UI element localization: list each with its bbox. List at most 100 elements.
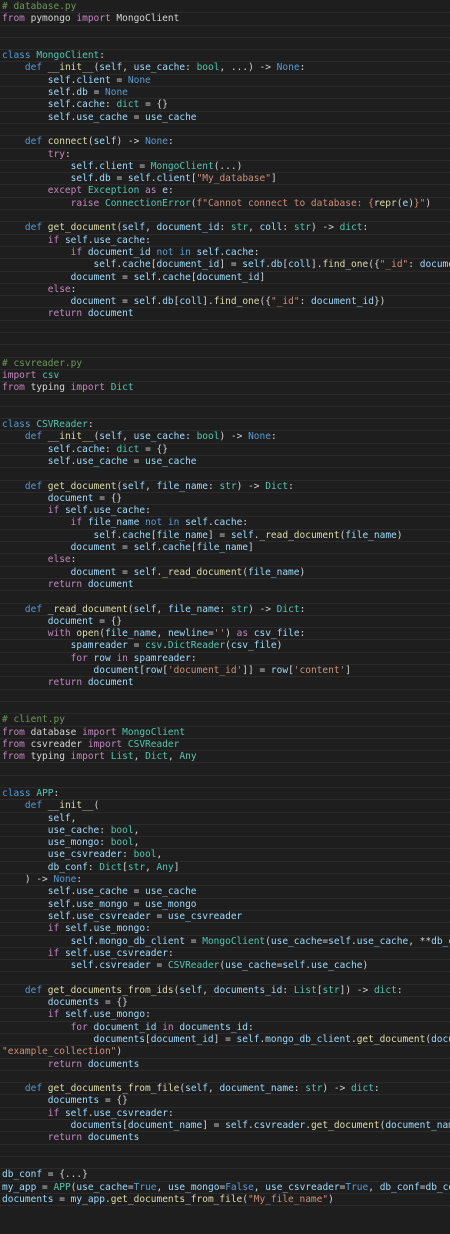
code-line[interactable]: if self.use_mongo: [0,1009,450,1022]
code-line[interactable]: return documents [0,1059,450,1071]
code-line[interactable]: def __init__(self, use_cache: bool) -> N… [0,431,450,444]
code-line[interactable]: def _read_document(self, file_name: str)… [0,604,450,616]
code-line[interactable]: # client.py [0,714,450,727]
code-line[interactable] [0,333,450,346]
code-line[interactable]: return document [0,308,450,321]
code-line[interactable]: def get_document(self, document_id: str,… [0,222,450,235]
code-line[interactable]: self.cache[document_id] = self.db[coll].… [0,259,450,272]
code-line[interactable]: for row in spamreader: [0,653,450,666]
code-line[interactable]: if self.use_mongo: [0,923,450,936]
code-line[interactable] [0,468,450,481]
code-line[interactable]: self.use_cache = use_cache [0,886,450,899]
code-line[interactable]: else: [0,554,450,567]
code-line[interactable]: return documents [0,1132,450,1145]
code-line[interactable]: self.client = MongoClient(...) [0,161,450,174]
code-line[interactable]: from csvreader import CSVReader [0,739,450,752]
code-line[interactable]: return document [0,677,450,690]
code-line[interactable]: document = self.cache[file_name] [0,542,450,555]
code-line[interactable]: from typing import List, Dict, Any [0,751,450,764]
code-line[interactable] [0,406,450,420]
code-line[interactable]: documents = my_app.get_documents_from_fi… [0,1194,450,1207]
code-line[interactable]: except Exception as e: [0,185,450,198]
code-line[interactable]: use_cache: bool, [0,825,450,838]
code-line[interactable]: documents[document_id] = self.mongo_db_c… [0,1034,450,1047]
code-line[interactable]: self.mongo_db_client = MongoClient(use_c… [0,936,450,948]
code-line[interactable]: from database import MongoClient [0,727,450,739]
code-line[interactable]: spamreader = csv.DictReader(csv_file) [0,640,450,653]
code-line[interactable]: document = self.db[coll].find_one({"_id"… [0,296,450,309]
code-line[interactable]: document = self.cache[document_id] [0,272,450,284]
code-line[interactable]: ) -> None: [0,874,450,887]
code-line[interactable]: db_conf = {...} [0,1169,450,1182]
code-line[interactable]: self.client = None [0,75,450,88]
code-line[interactable]: class CSVReader: [0,419,450,432]
code-line[interactable]: if self.use_cache: [0,235,450,247]
code-line[interactable]: if self.use_csvreader: [0,1108,450,1121]
code-line[interactable]: document[row['document_id']] = row['cont… [0,665,450,678]
code-line[interactable]: def get_documents_from_ids(self, documen… [0,985,450,998]
code-line[interactable] [0,591,450,604]
code-line[interactable]: self, [0,813,450,825]
code-line[interactable]: import csv [0,370,450,383]
code-line[interactable]: from typing import Dict [0,382,450,395]
code-line[interactable]: documents = {} [0,1095,450,1108]
code-line[interactable]: # csvreader.py [0,358,450,370]
code-line[interactable]: self.cache: dict = {} [0,444,450,456]
code-line[interactable]: documents[document_name] = self.csvreade… [0,1120,450,1133]
code-line[interactable] [0,1156,450,1170]
code-line[interactable]: for document_id in documents_id: [0,1022,450,1034]
code-line[interactable] [0,345,450,358]
code-line[interactable]: raise ConnectionError(f"Cannot connect t… [0,198,450,211]
code-line[interactable] [0,1070,450,1084]
code-line[interactable] [0,123,450,137]
code-line[interactable] [0,25,450,38]
code-line[interactable]: use_mongo: bool, [0,837,450,850]
code-line[interactable]: if document_id not in self.cache: [0,247,450,260]
code-line[interactable]: document = {} [0,493,450,506]
code-line[interactable] [0,394,450,407]
code-line[interactable] [0,775,450,788]
code-line[interactable]: from pymongo import MongoClient [0,13,450,26]
code-line[interactable]: self.cache[file_name] = self._read_docum… [0,530,450,543]
code-line[interactable]: self.db = None [0,87,450,100]
code-line[interactable]: my_app = APP(use_cache=True, use_mongo=F… [0,1182,450,1194]
code-line[interactable] [0,1144,450,1157]
code-line[interactable]: try: [0,149,450,161]
code-line[interactable]: def connect(self) -> None: [0,136,450,149]
code-line[interactable]: # database.py [0,1,450,14]
code-line[interactable]: return document [0,579,450,592]
code-token: documents [87,1132,140,1144]
code-line[interactable]: if self.use_cache: [0,505,450,518]
code-line[interactable] [0,320,450,334]
code-line[interactable]: self.use_cache = use_cache [0,112,450,124]
code-line[interactable]: self.db = self.client["My_database"] [0,173,450,186]
code-line[interactable]: self.use_csvreader = use_csvreader [0,911,450,924]
code-line[interactable]: if file_name not in self.cache: [0,517,450,530]
code-line[interactable]: self.use_mongo = use_mongo [0,899,450,911]
code-line[interactable]: def get_document(self, file_name: str) -… [0,481,450,493]
code-line[interactable]: class MongoClient: [0,50,450,63]
code-line[interactable] [0,701,450,715]
code-line[interactable]: def __init__(self, use_cache: bool, ...)… [0,62,450,75]
code-line[interactable]: else: [0,284,450,297]
code-line[interactable]: self.csvreader = CSVReader(use_cache=sel… [0,960,450,973]
code-line[interactable]: self.cache: dict = {} [0,99,450,112]
code-line[interactable]: document = self._read_document(file_name… [0,567,450,579]
code-line[interactable] [0,210,450,223]
code-line[interactable] [0,972,450,985]
code-line[interactable]: documents = {} [0,997,450,1010]
code-line[interactable]: def get_documents_from_file(self, docume… [0,1083,450,1096]
code-line[interactable]: class APP: [0,788,450,801]
code-line[interactable]: db_conf: Dict[str, Any] [0,862,450,875]
code-line[interactable]: if self.use_csvreader: [0,948,450,961]
code-line[interactable]: self.use_cache = use_cache [0,456,450,469]
code-line[interactable]: document = {} [0,616,450,629]
code-line[interactable] [0,37,450,51]
code-line[interactable]: "example_collection") [0,1046,450,1059]
code-line[interactable] [0,763,450,776]
code-line[interactable]: with open(file_name, newline='') as csv_… [0,628,450,641]
code-line[interactable] [0,689,450,702]
code-line[interactable]: def __init__( [0,800,450,813]
code-editor[interactable]: # database.py from pymongo import MongoCl… [0,0,450,1234]
code-line[interactable]: use_csvreader: bool, [0,849,450,862]
